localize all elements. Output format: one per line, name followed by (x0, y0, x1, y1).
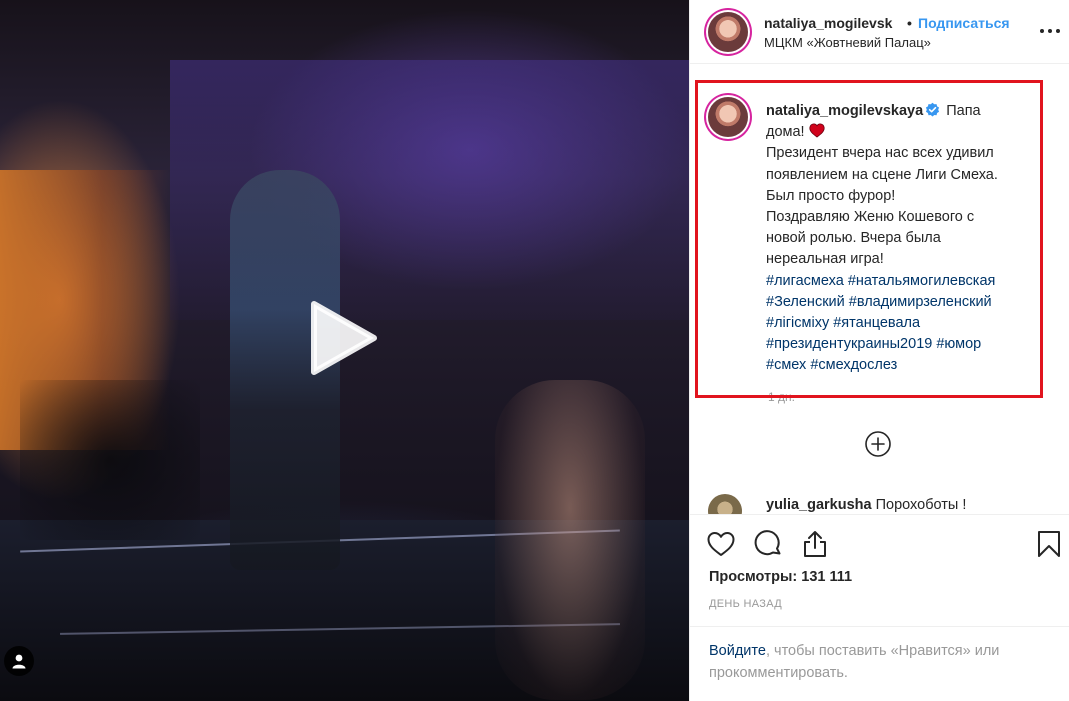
bookmark-icon (1038, 531, 1060, 557)
hashtag-link[interactable]: #смех (766, 357, 806, 373)
post-date[interactable]: ДЕНЬ НАЗАД (709, 598, 782, 610)
comments-list[interactable]: nataliya_mogilevskaya Папа дома! Президе… (690, 65, 1069, 514)
hashtag-link[interactable]: #ятанцевала (833, 315, 920, 331)
audience-hand (495, 380, 645, 700)
caption-text: nataliya_mogilevskaya Папа дома! Президе… (766, 101, 1051, 377)
caption-line: Был просто фурор! (766, 187, 896, 204)
comment-button[interactable] (753, 529, 783, 559)
caption-line: появлением на сцене Лиги Смеха. (766, 166, 998, 183)
views-number: 131 111 (801, 569, 853, 585)
comment-icon (754, 530, 781, 556)
views-label: Просмотры: (709, 569, 798, 585)
play-icon (311, 301, 377, 375)
commenter-username[interactable]: yulia_garkusha (766, 497, 872, 513)
caption-avatar[interactable] (708, 97, 748, 137)
like-icon (707, 532, 735, 556)
like-button[interactable] (706, 529, 736, 559)
author-avatar[interactable] (708, 12, 748, 52)
caption-line: Поздравляю Женю Кошевого с (766, 209, 975, 226)
commenter-avatar[interactable] (708, 494, 742, 514)
caption-line: новой ролью. Вчера была (766, 230, 941, 247)
comment-body: Порохоботы ! (875, 497, 967, 513)
add-circle-icon (865, 431, 891, 457)
login-text: Войдите, чтобы поставить «Нравится» или … (709, 641, 1049, 684)
hashtag-link[interactable]: #смехдослез (810, 357, 897, 373)
hashtag-link[interactable]: #натальямогилевская (848, 273, 996, 289)
user-tag-button[interactable] (4, 646, 34, 676)
caption-line: Президент вчера нас всех удивил (766, 145, 994, 162)
caption-line: дома! (766, 124, 805, 141)
video-player[interactable] (0, 0, 689, 701)
more-options-button[interactable] (1038, 21, 1062, 41)
caption-time: 1 дн. (768, 390, 795, 404)
author-username[interactable]: nataliya_mogilevsk (764, 15, 892, 31)
hashtag-link[interactable]: #лігісміху (766, 315, 829, 331)
caption-line: нереальная игра! (766, 251, 884, 268)
login-link[interactable]: Войдите (709, 643, 766, 659)
caption-username[interactable]: nataliya_mogilevskaya (766, 103, 923, 119)
post-sidebar: nataliya_mogilevsk • Подписаться МЦКМ «Ж… (689, 0, 1069, 701)
caption-line: Папа (946, 103, 981, 119)
hashtag-link[interactable]: #юмор (936, 336, 981, 352)
audience-silhouette (20, 380, 200, 540)
more-icon (1040, 29, 1060, 33)
login-prompt: Войдите, чтобы поставить «Нравится» или … (690, 626, 1069, 701)
load-more-comments-button[interactable] (864, 430, 892, 458)
hashtag-link[interactable]: #владимирзеленский (849, 294, 992, 310)
save-button[interactable] (1034, 529, 1064, 559)
play-button[interactable] (302, 298, 382, 378)
separator-dot: • (907, 15, 912, 31)
heart-icon (809, 123, 825, 138)
follow-button[interactable]: Подписаться (918, 15, 1010, 31)
post-header: nataliya_mogilevsk • Подписаться МЦКМ «Ж… (690, 0, 1069, 64)
hashtag-link[interactable]: #Зеленский (766, 294, 845, 310)
action-bar (690, 514, 1069, 570)
share-icon (804, 531, 826, 557)
location-link[interactable]: МЦКМ «Жовтневий Палац» (764, 35, 931, 50)
comment-text: yulia_garkusha Порохоботы ! (766, 497, 966, 513)
verified-icon (926, 102, 940, 117)
view-count: Просмотры: 131 111 (709, 569, 852, 585)
share-button[interactable] (800, 529, 830, 559)
hashtag-link[interactable]: #президентукраины2019 (766, 336, 932, 352)
user-tag-icon (12, 654, 26, 669)
hashtag-link[interactable]: #лигасмеха (766, 273, 844, 289)
